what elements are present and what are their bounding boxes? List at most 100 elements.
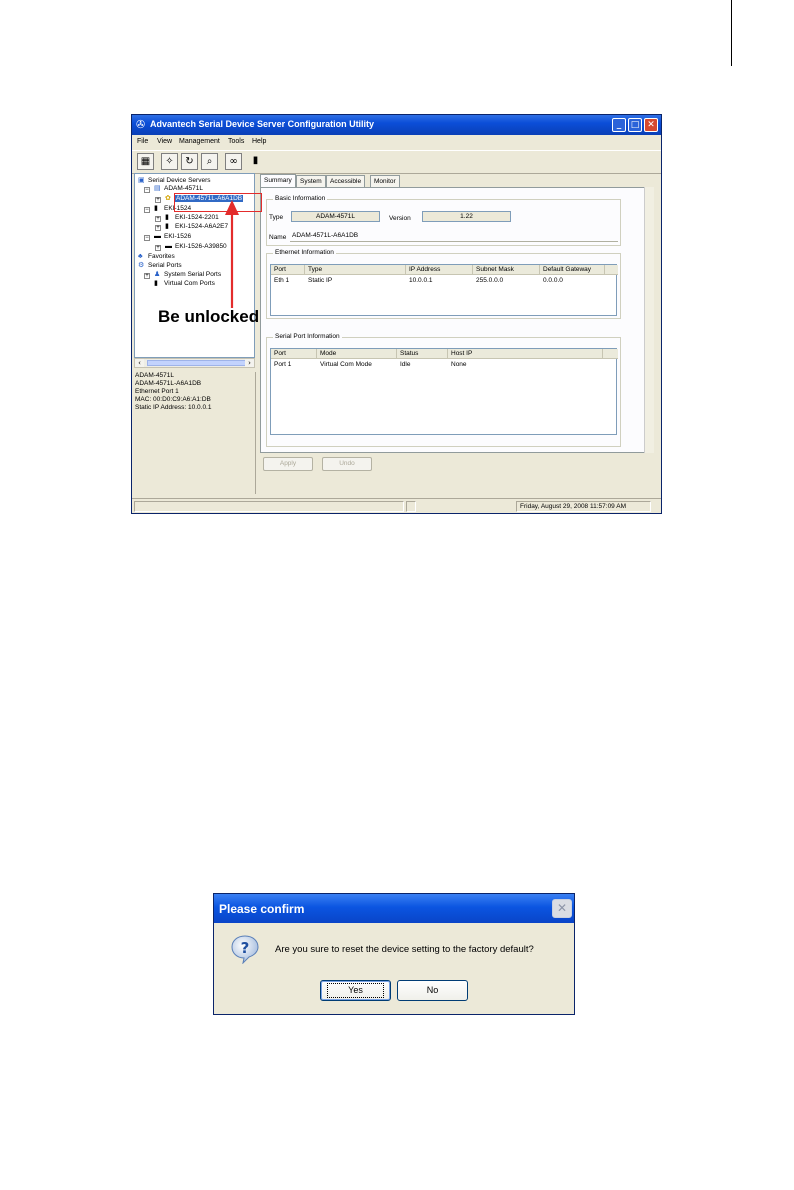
tree-adam-group[interactable]: ▤ ADAM-4571L [154, 184, 203, 193]
version-label: Version [389, 215, 411, 222]
name-value-field: ADAM-4571L-A6A1DB [290, 231, 618, 242]
col-ip-address[interactable]: IP Address [406, 265, 473, 275]
tree-eki1526-device-1[interactable]: ▬ EKI-1526-A39850 [165, 242, 227, 251]
col-subnet-mask[interactable]: Subnet Mask [473, 265, 540, 275]
status-pane-main [134, 501, 404, 512]
tab-monitor[interactable]: Monitor [370, 175, 400, 187]
dialog-title: Please confirm [219, 902, 305, 916]
tree-eki1524-device-2[interactable]: ▮ EKI-1524-A6A2E7 [165, 222, 228, 231]
status-pane-small [406, 501, 416, 512]
maximize-button[interactable]: □ [628, 118, 642, 132]
menu-help[interactable]: Help [252, 138, 266, 145]
expand-toggle[interactable]: + [144, 273, 150, 279]
eki-rail-icon: ▬ [154, 232, 161, 240]
ethernet-information-legend: Ethernet Information [273, 249, 336, 256]
confirm-dialog: Please confirm ✕ ? Are you sure to reset… [213, 893, 575, 1015]
serial-port-information-legend: Serial Port Information [273, 333, 342, 340]
tab-summary[interactable]: Summary [260, 174, 296, 187]
col-status[interactable]: Status [397, 349, 448, 359]
menu-view[interactable]: View [157, 138, 172, 145]
scroll-left-icon[interactable]: ‹ [135, 359, 144, 367]
scroll-thumb[interactable] [147, 360, 247, 366]
toolbar-search-icon[interactable]: ✧ [161, 153, 178, 170]
expand-toggle[interactable]: + [155, 197, 161, 203]
col-default-gateway[interactable]: Default Gateway [540, 265, 605, 275]
unlocked-device-icon: ✿ [165, 194, 171, 202]
info-line: ADAM-4571L [135, 372, 175, 379]
tab-vertical-scrollbar[interactable] [644, 187, 654, 453]
basic-information-legend: Basic Information [273, 195, 328, 202]
expand-toggle[interactable]: + [155, 245, 161, 251]
cell-mode[interactable]: Virtual Com Mode [317, 360, 372, 369]
tree-system-serial-ports[interactable]: ♟ System Serial Ports [154, 270, 221, 279]
col-port[interactable]: Port [271, 265, 305, 275]
window-title: Advantech Serial Device Server Configura… [150, 119, 375, 129]
dialog-title-bar[interactable]: Please confirm ✕ [214, 894, 574, 923]
type-label: Type [269, 214, 284, 221]
col-host-ip[interactable]: Host IP [448, 349, 603, 359]
status-datetime: Friday, August 29, 2008 11:57:09 AM [516, 501, 651, 512]
eki-device-icon: ▮ [165, 213, 169, 221]
toolbar-magnifier-icon[interactable]: ⌕ [201, 153, 218, 170]
version-value-field: 1.22 [422, 211, 511, 222]
cell-subnet-mask[interactable]: 255.0.0.0 [473, 276, 503, 285]
highlight-box [174, 193, 262, 212]
collapse-toggle[interactable]: − [144, 187, 150, 193]
tree-horizontal-scrollbar[interactable]: ‹ › [134, 358, 255, 368]
annotation-label: Be unlocked [158, 307, 260, 326]
menu-management[interactable]: Management [179, 138, 220, 145]
cell-type[interactable]: Static IP [305, 276, 332, 285]
collapse-toggle[interactable]: − [144, 235, 150, 241]
virtual-ports-icon: ▮ [154, 279, 158, 287]
apply-button[interactable]: Apply [263, 457, 313, 471]
expand-toggle[interactable]: + [155, 216, 161, 222]
info-line: MAC: 00:D0:C9:A6:A1:DB [135, 396, 211, 403]
collapse-toggle[interactable]: − [144, 207, 150, 213]
minimize-button[interactable]: _ [612, 118, 626, 132]
expand-toggle[interactable]: + [155, 225, 161, 231]
tree-virtual-com-ports[interactable]: ▮ Virtual Com Ports [154, 279, 215, 288]
yes-button[interactable]: Yes [320, 980, 391, 1001]
yes-button-label: Yes [327, 983, 384, 998]
col-mode[interactable]: Mode [317, 349, 397, 359]
close-button[interactable]: ✕ [644, 118, 658, 132]
eki-device-icon: ▮ [154, 204, 158, 212]
cell-host-ip[interactable]: None [448, 360, 467, 369]
toolbar-device-icon[interactable]: ▦ [137, 153, 154, 170]
serial-ports-icon: ⚙ [138, 261, 145, 269]
cell-port[interactable]: Port 1 [271, 360, 291, 369]
toolbar-binoculars-icon[interactable]: ∞ [225, 153, 242, 170]
eki-rail-icon: ▬ [165, 242, 172, 250]
cell-default-gateway[interactable]: 0.0.0.0 [540, 276, 563, 285]
col-type[interactable]: Type [305, 265, 406, 275]
cell-port[interactable]: Eth 1 [271, 276, 289, 285]
dialog-close-button[interactable]: ✕ [552, 899, 572, 918]
tree-favorites[interactable]: ♣ Favorites [138, 252, 175, 261]
cell-ip-address[interactable]: 10.0.0.1 [406, 276, 433, 285]
toolbar-server-icon[interactable]: ▮ [247, 153, 264, 170]
no-button[interactable]: No [397, 980, 468, 1001]
undo-button[interactable]: Undo [322, 457, 372, 471]
info-line: Static IP Address: 10.0.0.1 [135, 404, 212, 411]
status-spacer [508, 501, 516, 512]
question-icon: ? [231, 935, 259, 964]
col-filler [603, 349, 618, 359]
summary-tab-panel: Basic Information Type ADAM-4571L Versio… [260, 187, 653, 453]
tab-system[interactable]: System [296, 175, 326, 187]
tab-accessible[interactable]: Accessible [326, 175, 366, 187]
title-bar[interactable]: ✇ Advantech Serial Device Server Configu… [132, 115, 661, 135]
menu-tools[interactable]: Tools [228, 138, 244, 145]
tree-serial-ports[interactable]: ⚙ Serial Ports [138, 261, 182, 270]
server-folder-icon: ▣ [138, 176, 145, 184]
info-line: Ethernet Port 1 [135, 388, 179, 395]
ethernet-information-group: Ethernet Information Port Type IP Addres… [266, 249, 621, 319]
tree-eki1524-device-1[interactable]: ▮ EKI-1524-2201 [165, 213, 219, 222]
scroll-right-icon[interactable]: › [245, 359, 254, 367]
col-port[interactable]: Port [271, 349, 317, 359]
cell-status[interactable]: Idle [397, 360, 410, 369]
toolbar-refresh-icon[interactable]: ↻ [181, 153, 198, 170]
dialog-message: Are you sure to reset the device setting… [275, 944, 534, 955]
serial-port-information-group: Serial Port Information Port Mode Status… [266, 333, 621, 447]
menu-file[interactable]: File [137, 138, 148, 145]
tree-eki1526-group[interactable]: ▬ EKI-1526 [154, 232, 191, 241]
